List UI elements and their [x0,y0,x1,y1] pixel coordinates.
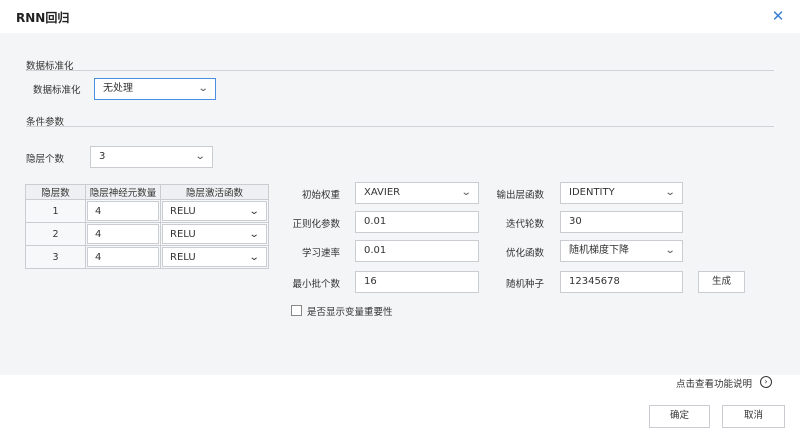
output-func-select[interactable]: IDENTITY ⌄ [560,182,683,204]
table-header-row: 隐层数 隐层神经元数量 隐层激活函数 [25,184,269,200]
section-divider [26,126,774,127]
learning-rate-input[interactable]: 0.01 [355,240,479,262]
chevron-down-icon: ⌄ [460,187,472,198]
dialog-titlebar: RNN回归 ✕ [0,0,800,33]
section-divider [26,70,774,71]
chevron-down-icon: ⌄ [248,252,260,263]
random-seed-label: 随机种子 [505,279,544,290]
init-weight-value: XAVIER [364,187,401,198]
show-importance-label: 是否显示变量重要性 [307,307,393,318]
hidden-layers-label: 隐层个数 [26,154,65,165]
init-weight-select[interactable]: XAVIER ⌄ [355,182,479,204]
iterations-input[interactable]: 30 [560,211,683,233]
learning-rate-label: 学习速率 [301,248,340,259]
hidden-layers-value: 3 [99,151,106,162]
close-icon[interactable]: ✕ [771,8,785,24]
layer-index: 3 [25,245,86,269]
output-func-value: IDENTITY [569,187,615,198]
chevron-down-icon: ⌄ [194,151,206,162]
table-row: 1 4 RELU ⌄ [25,199,269,223]
random-seed-input[interactable]: 12345678 [560,271,683,293]
iterations-label: 迭代轮数 [505,219,544,230]
init-weight-label: 初始权重 [301,190,340,201]
column-header-neurons: 隐层神经元数量 [85,184,161,200]
generate-button[interactable]: 生成 [698,271,745,293]
hidden-layer-table: 隐层数 隐层神经元数量 隐层激活函数 1 4 RELU ⌄ 2 4 RELU ⌄ 3… [25,184,269,269]
activation-value: RELU [170,229,196,240]
chevron-right-circle-icon[interactable]: › [760,376,772,388]
hidden-layers-select[interactable]: 3 ⌄ [90,146,213,168]
optimizer-label: 优化函数 [505,248,544,259]
min-batch-input[interactable]: 16 [355,271,479,293]
dialog-title: RNN回归 [16,11,70,25]
cancel-button[interactable]: 取消 [722,405,785,428]
layer-index: 2 [25,222,86,246]
show-importance-checkbox[interactable] [291,305,302,316]
table-row: 2 4 RELU ⌄ [25,222,269,246]
table-row: 3 4 RELU ⌄ [25,245,269,269]
activation-select[interactable]: RELU ⌄ [162,201,267,221]
chevron-down-icon: ⌄ [248,229,260,240]
activation-value: RELU [170,252,196,263]
chevron-down-icon: ⌄ [197,83,209,94]
normalization-label: 数据标准化 [33,85,81,96]
column-header-activation: 隐层激活函数 [160,184,269,200]
optimizer-value: 随机梯度下降 [569,245,629,256]
neurons-input[interactable]: 4 [87,247,159,267]
chevron-down-icon: ⌄ [664,245,676,256]
min-batch-label: 最小批个数 [292,279,340,290]
optimizer-select[interactable]: 随机梯度下降 ⌄ [560,240,683,262]
output-func-label: 输出层函数 [496,190,544,201]
regularization-input[interactable]: 0.01 [355,211,479,233]
activation-value: RELU [170,206,196,217]
normalization-value: 无处理 [103,83,133,94]
normalization-select[interactable]: 无处理 ⌄ [94,78,216,100]
neurons-input[interactable]: 4 [87,201,159,221]
activation-select[interactable]: RELU ⌄ [162,247,267,267]
help-link[interactable]: 点击查看功能说明 [676,376,752,390]
confirm-button[interactable]: 确定 [649,405,710,428]
regularization-label: 正则化参数 [292,219,340,230]
neurons-input[interactable]: 4 [87,224,159,244]
activation-select[interactable]: RELU ⌄ [162,224,267,244]
layer-index: 1 [25,199,86,223]
chevron-down-icon: ⌄ [248,206,260,217]
column-header-layer-index: 隐层数 [25,184,86,200]
chevron-down-icon: ⌄ [664,187,676,198]
